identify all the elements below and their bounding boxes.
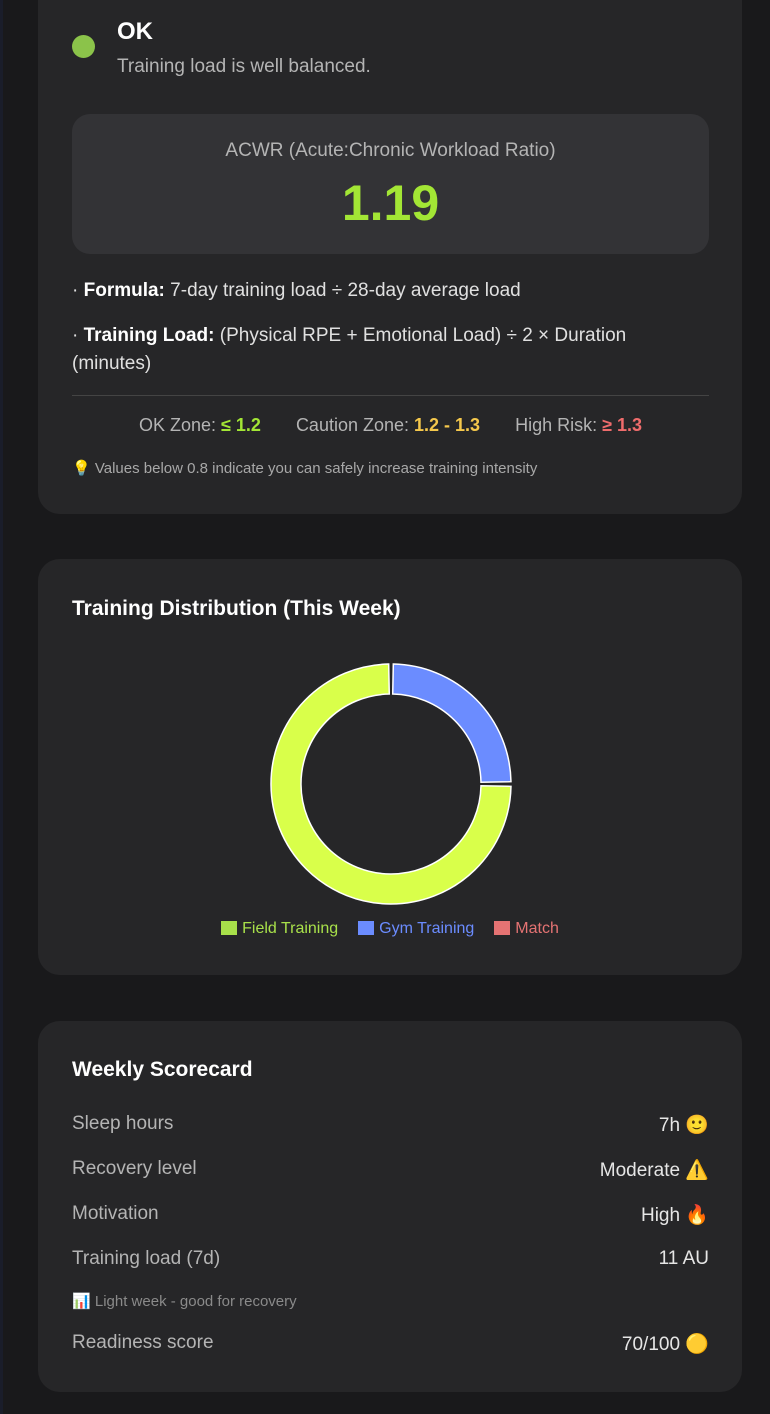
status-title: OK [117,18,153,45]
high-risk-zone: High Risk: ≥ 1.3 [515,415,642,435]
row-value: 7h 🙂 [659,1113,709,1137]
warning-icon: ⚠️ [685,1159,709,1181]
row-label: Motivation [72,1203,159,1224]
weekly-scorecard-card: Weekly Scorecard Sleep hours 7h 🙂 Recove… [38,1021,742,1392]
training-load-row: Training load (7d) 11 AU [72,1248,709,1278]
ok-zone: OK Zone: ≤ 1.2 [139,415,261,435]
readiness-score-row: Readiness score 70/100 🟡 [72,1332,709,1362]
legend-swatch [221,921,238,935]
row-label: Training load (7d) [72,1248,221,1269]
high-risk-label: High Risk: [515,415,603,435]
legend-swatch [358,921,375,935]
formula-text: 7-day training load ÷ 28-day average loa… [164,280,521,301]
fire-icon: 🔥 [685,1204,709,1226]
status-indicator-dot [72,35,95,58]
recovery-level-value: Moderate [599,1160,681,1181]
note-text: Light week - good for recovery [90,1293,297,1310]
smile-icon: 🙂 [685,1114,709,1136]
recovery-level-row: Recovery level Moderate ⚠️ [72,1158,709,1188]
row-value: High 🔥 [641,1203,709,1227]
high-risk-value: ≥ 1.3 [602,415,643,435]
divider [72,395,709,396]
row-value: 70/100 🟡 [622,1332,709,1356]
caution-zone-label: Caution Zone: [295,415,415,435]
donut-slice-gym-training[interactable] [391,663,512,784]
bullet: · [72,325,84,346]
caution-zone: Caution Zone: 1.2 - 1.3 [296,415,480,435]
caution-zone-value: 1.2 - 1.3 [414,415,481,435]
acwr-card: OK Training load is well balanced. ACWR … [38,0,742,514]
legend-item[interactable]: Gym Training [358,920,474,938]
readiness-value: 70/100 [621,1334,681,1355]
motivation-value: High [640,1205,681,1226]
legend-swatch [494,921,511,935]
legend-item[interactable]: Field Training [221,920,338,938]
acwr-box: ACWR (Acute:Chronic Workload Ratio) 1.19 [72,114,709,254]
legend-label: Gym Training [379,920,475,937]
training-load-value: 11 AU [658,1248,709,1269]
acwr-label: ACWR (Acute:Chronic Workload Ratio) [225,140,556,161]
formula-line: · Formula: 7-day training load ÷ 28-day … [72,277,709,305]
training-load-note: 📊 Light week - good for recovery [72,1292,297,1310]
row-value: Moderate ⚠️ [600,1158,709,1182]
row-label: Readiness score [72,1332,214,1353]
acwr-value: 1.19 [341,175,440,231]
sleep-hours-row: Sleep hours 7h 🙂 [72,1113,709,1143]
hint-note: 💡 Values below 0.8 indicate you can safe… [72,459,537,477]
lightbulb-icon: 💡 [72,459,91,477]
legend-item[interactable]: Match [494,920,559,938]
formula-label: Formula: [83,280,165,301]
training-load-line: · Training Load: (Physical RPE + Emotion… [72,322,709,378]
scorecard-title: Weekly Scorecard [72,1058,253,1081]
ok-zone-label: OK Zone: [138,415,222,435]
motivation-row: Motivation High 🔥 [72,1203,709,1233]
bullet: · [72,280,84,301]
bar-chart-icon: 📊 [72,1292,91,1310]
sleep-hours-value: 7h [658,1115,681,1136]
hint-text: Values below 0.8 indicate you can safely… [90,460,538,477]
training-distribution-card: Training Distribution (This Week) Field … [38,559,742,975]
training-load-label: Training Load: [83,325,215,346]
yellow-circle-icon: 🟡 [685,1333,709,1355]
zone-thresholds: OK Zone: ≤ 1.2 Caution Zone: 1.2 - 1.3 H… [72,415,709,436]
status-subtitle: Training load is well balanced. [117,56,371,77]
row-label: Sleep hours [72,1113,174,1134]
window-edge [0,0,3,1414]
legend-label: Field Training [242,920,339,937]
legend-label: Match [515,920,559,937]
row-label: Recovery level [72,1158,197,1179]
ok-zone-value: ≤ 1.2 [221,415,261,435]
distribution-title: Training Distribution (This Week) [72,597,401,620]
distribution-legend: Field Training Gym Training Match [38,920,742,938]
distribution-donut-chart [270,663,512,905]
